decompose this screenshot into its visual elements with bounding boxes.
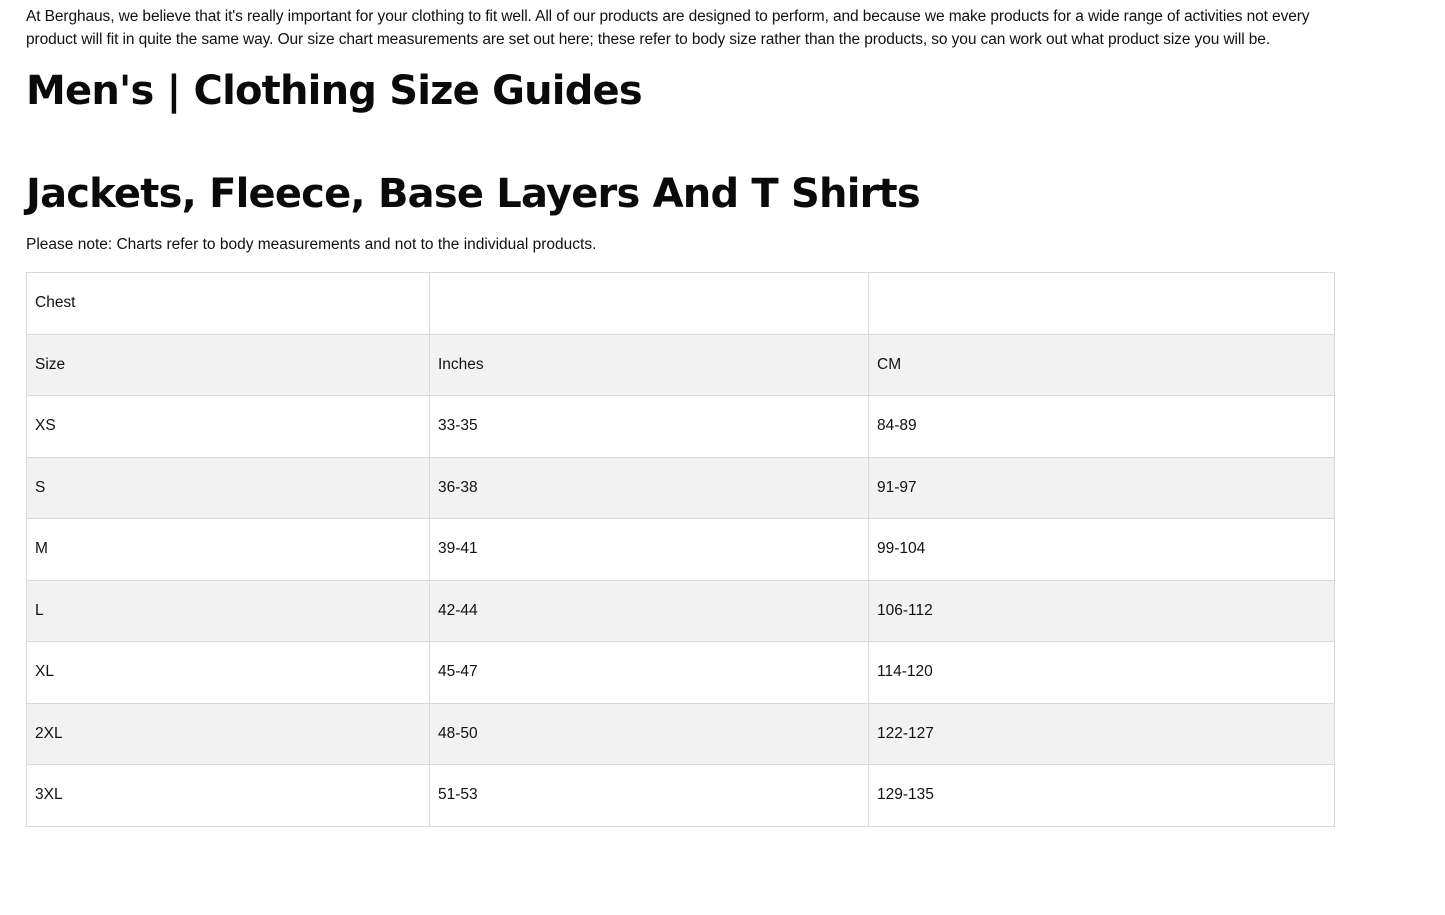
table-cell — [868, 272, 1335, 335]
table-row: XL 45-47 114-120 — [26, 641, 1335, 704]
table-cell: XS — [26, 395, 430, 458]
table-row: XS 33-35 84-89 — [26, 395, 1335, 458]
table-cell: 99-104 — [868, 518, 1335, 581]
table-cell: 45-47 — [429, 641, 869, 704]
page-title: Men's | Clothing Size Guides — [26, 68, 643, 114]
table-cell: M — [26, 518, 430, 581]
table-cell: L — [26, 579, 430, 642]
table-row: 2XL 48-50 122-127 — [26, 702, 1335, 765]
table-cell: 2XL — [26, 702, 430, 765]
section-title: Jackets, Fleece, Base Layers And T Shirt… — [26, 171, 921, 217]
table-cell: 3XL — [26, 764, 430, 827]
measurement-note: Please note: Charts refer to body measur… — [26, 236, 597, 253]
table-cell: 84-89 — [868, 395, 1335, 458]
table-cell: 114-120 — [868, 641, 1335, 704]
table-row: 3XL 51-53 129-135 — [26, 764, 1335, 827]
table-cell: 91-97 — [868, 456, 1335, 519]
table-row: M 39-41 99-104 — [26, 518, 1335, 581]
table-cell: S — [26, 456, 430, 519]
table-cell: 48-50 — [429, 702, 869, 765]
table-cell: CM — [868, 333, 1335, 396]
table-cell: Chest — [26, 272, 430, 335]
table-cell: 129-135 — [868, 764, 1335, 827]
table-cell: 42-44 — [429, 579, 869, 642]
table-cell: 39-41 — [429, 518, 869, 581]
table-cell: 33-35 — [429, 395, 869, 458]
size-chart-table: Chest Size Inches CM XS 33-35 84-89 S 36… — [26, 272, 1335, 827]
table-cell: 122-127 — [868, 702, 1335, 765]
table-row: Chest — [26, 272, 1335, 335]
table-row: Size Inches CM — [26, 333, 1335, 396]
table-cell: Size — [26, 333, 430, 396]
size-guide-page: At Berghaus, we believe that it's really… — [0, 0, 1335, 827]
table-cell: 106-112 — [868, 579, 1335, 642]
table-row: L 42-44 106-112 — [26, 579, 1335, 642]
table-row: S 36-38 91-97 — [26, 456, 1335, 519]
table-cell: XL — [26, 641, 430, 704]
table-cell: 51-53 — [429, 764, 869, 827]
table-cell: 36-38 — [429, 456, 869, 519]
intro-paragraph: At Berghaus, we believe that it's really… — [26, 8, 1310, 48]
table-cell: Inches — [429, 333, 869, 396]
table-cell — [429, 272, 869, 335]
